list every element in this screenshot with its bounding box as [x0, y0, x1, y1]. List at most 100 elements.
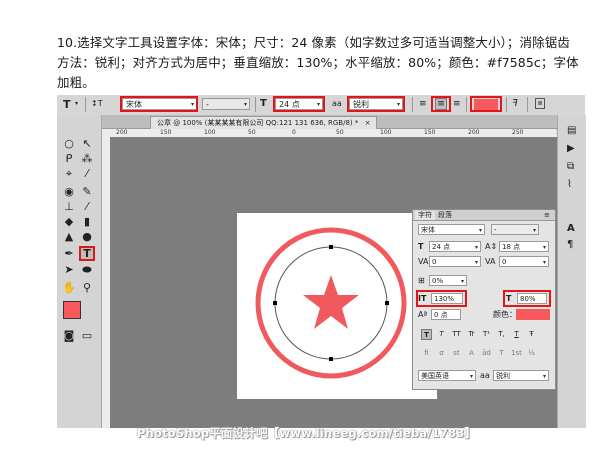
faux-bold-button[interactable]: T — [421, 329, 432, 340]
fraction-half-button[interactable]: ½ — [526, 348, 537, 359]
horizontal-scale-highlight — [503, 290, 551, 307]
font-size-highlight — [273, 96, 325, 112]
anchor-point[interactable] — [329, 357, 333, 361]
stylistic-alt-button[interactable]: A — [466, 348, 477, 359]
tracking-icon: VA — [485, 257, 496, 266]
warp-text-icon[interactable]: ꟻ — [512, 98, 518, 109]
align-right-icon[interactable]: ≡ — [453, 99, 461, 109]
quick-select-icon[interactable]: ⁂ — [79, 152, 95, 166]
leading-select[interactable]: 18 点 ▾ — [499, 241, 549, 252]
anchor-point[interactable] — [385, 301, 389, 305]
antialias-icon: aa — [332, 99, 342, 108]
panel-antialias-select[interactable]: 锐利 ▾ — [493, 370, 549, 381]
all-caps-button[interactable]: TT — [451, 329, 462, 340]
panel-color-swatch[interactable] — [516, 309, 550, 320]
brush-tool-icon[interactable]: ✎ — [79, 185, 95, 199]
titling-alt-button[interactable]: ād — [481, 348, 492, 359]
panels-toggle-icon[interactable]: ≣ — [535, 98, 545, 109]
document-tab-bar: 公章 @ 100% (某某某某有限公司 QQ:121 131 636, RGB/… — [102, 115, 572, 129]
language-select[interactable]: 美国英语 ▾ — [418, 370, 476, 381]
vertical-scale-highlight — [416, 290, 467, 307]
instruction-line-2: 方法：锐利；对齐方式为居中；垂直缩放：130%；水平缩放：80%；颜色：#f75… — [57, 55, 579, 70]
pen-tool-icon[interactable]: ✒ — [61, 247, 77, 261]
superscript-button[interactable]: T¹ — [481, 329, 492, 340]
tracking-select[interactable]: 0 ▾ — [499, 256, 549, 267]
stamp-artwork — [255, 227, 407, 379]
close-icon[interactable]: × — [365, 119, 371, 127]
font-size-icon: T — [418, 242, 424, 251]
tsume-value: 0% — [432, 277, 444, 285]
paragraph-panel-icon[interactable]: ¶ — [567, 239, 573, 250]
tool-preset-dropdown-icon[interactable]: ▾ — [75, 100, 78, 107]
lasso-tool-icon[interactable]: ᑭ — [61, 152, 77, 166]
baseline-shift-input[interactable]: 0 点 — [431, 309, 461, 320]
document-tab[interactable]: 公章 @ 100% (某某某某有限公司 QQ:121 131 636, RGB/… — [150, 116, 378, 129]
character-panel-icon[interactable]: A — [567, 223, 575, 234]
text-color-highlight — [470, 96, 502, 112]
ordinals-button[interactable]: T — [496, 348, 507, 359]
kerning-value: 0 — [432, 258, 437, 266]
instruction-line-3: 加粗。 — [57, 75, 95, 90]
leading-value: 18 点 — [502, 243, 521, 251]
panel-font-family-select[interactable]: 宋体 ▾ — [418, 224, 485, 235]
align-left-icon[interactable]: ≡ — [419, 99, 427, 109]
document-canvas[interactable] — [237, 213, 437, 399]
panel-font-style-select[interactable]: - ▾ — [491, 224, 539, 235]
chevron-down-icon: ▾ — [478, 227, 482, 234]
ligature-button[interactable]: fi — [421, 348, 432, 359]
tsume-select[interactable]: 0% ▾ — [429, 275, 467, 286]
blur-tool-icon[interactable]: ▲ — [61, 230, 77, 244]
panel-menu-icon[interactable]: ≡ — [541, 211, 553, 220]
hand-tool-icon[interactable]: ✋ — [61, 281, 77, 295]
elliptical-marquee-icon[interactable]: ○ — [61, 137, 77, 151]
tsume-icon: ⊞ — [418, 276, 425, 285]
eraser-icon[interactable]: ◆ — [61, 215, 77, 229]
kerning-select[interactable]: 0 ▾ — [429, 256, 481, 267]
underline-button[interactable]: T — [511, 329, 522, 340]
paths-panel-icon[interactable]: ⌇ — [567, 179, 572, 190]
watermark: PhotoShop平面设计吧【www.lineeg.com/tieba/1783… — [136, 426, 477, 440]
strikethrough-button[interactable]: Ŧ — [526, 329, 537, 340]
dodge-tool-icon[interactable]: ● — [79, 230, 95, 244]
panel-font-size-select[interactable]: 24 点 ▾ — [429, 241, 481, 252]
align-center-highlight — [431, 96, 451, 112]
healing-brush-icon[interactable]: ◉ — [61, 185, 77, 199]
font-size-icon: T — [260, 98, 267, 109]
path-select-icon[interactable]: ➤ — [61, 263, 77, 277]
small-caps-button[interactable]: Tr — [466, 329, 477, 340]
quick-mask-icon[interactable]: ◙ — [61, 329, 77, 343]
eyedropper-icon[interactable]: ⁄ — [79, 167, 95, 181]
fractions-button[interactable]: 1st — [511, 348, 522, 359]
type-tool-icon[interactable]: T — [63, 98, 71, 111]
gradient-tool-icon[interactable]: ▮ — [79, 215, 95, 229]
clone-stamp-icon[interactable]: ⊥ — [61, 200, 77, 214]
zoom-tool-icon[interactable]: ⚲ — [79, 281, 95, 295]
chevron-down-icon: ▾ — [542, 244, 546, 251]
kerning-icon: VA — [418, 257, 429, 266]
history-brush-icon[interactable]: ⁄ — [79, 200, 95, 214]
ruler-tick-label: 150 — [424, 129, 436, 136]
layers-panel-icon[interactable]: ⧉ — [567, 161, 574, 172]
swash-button[interactable]: st — [451, 348, 462, 359]
faux-italic-button[interactable]: T — [436, 329, 447, 340]
font-style-select[interactable]: - ▾ — [202, 98, 250, 110]
screen-mode-icon[interactable]: ▭ — [79, 329, 95, 343]
type-tool-button[interactable]: T — [79, 246, 95, 261]
history-panel-icon[interactable]: ▤ — [567, 125, 576, 136]
move-tool-icon[interactable]: ↖ — [79, 137, 95, 151]
panel-font-style-value: - — [494, 226, 497, 234]
shape-tool-icon[interactable]: ⬬ — [79, 263, 95, 277]
panel-font-family-value: 宋体 — [421, 226, 435, 234]
tab-paragraph[interactable]: 段落 — [435, 211, 455, 220]
anchor-point[interactable] — [329, 245, 333, 249]
subscript-button[interactable]: T, — [496, 329, 507, 340]
old-style-button[interactable]: σ — [436, 348, 447, 359]
crop-tool-icon[interactable]: ⌖ — [61, 167, 77, 181]
actions-panel-icon[interactable]: ▶ — [567, 143, 575, 154]
divider — [527, 97, 528, 112]
toggle-orientation-icon[interactable]: ↕T — [91, 99, 103, 108]
tab-character[interactable]: 字符 — [415, 211, 435, 220]
ruler-tick-label: 50 — [336, 129, 344, 136]
foreground-color-swatch[interactable] — [63, 301, 81, 319]
anchor-point[interactable] — [273, 301, 277, 305]
